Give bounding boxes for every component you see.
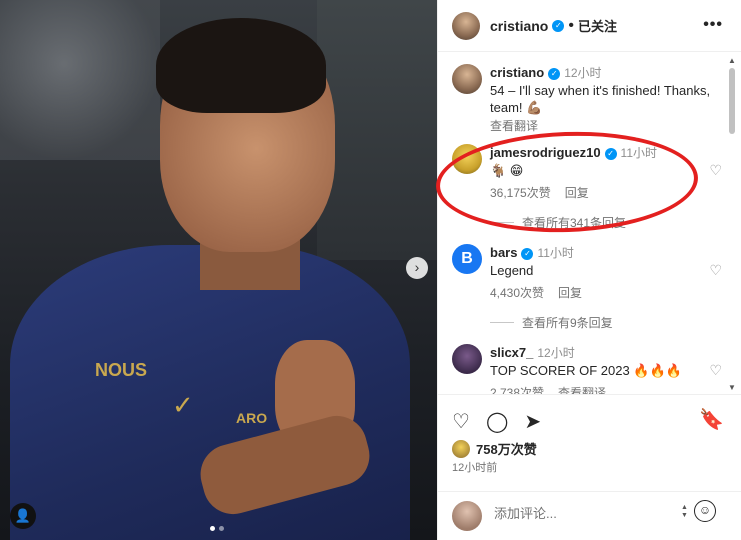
post-time: 12小时前 (452, 462, 498, 474)
carousel-dot (219, 526, 224, 531)
instagram-post-view: NOUS ✓ ARO › 👤 cristiano ✓ • 已关注 ••• cri… (0, 0, 741, 540)
header-separator: • (568, 16, 574, 34)
comment-time: 12小时 (564, 66, 602, 80)
more-options-icon[interactable]: ••• (703, 16, 723, 34)
avatar[interactable]: B (452, 244, 482, 274)
next-icon[interactable]: › (406, 257, 428, 279)
carousel-dot-active (210, 526, 215, 531)
shirt-sponsor-text: ARO (236, 410, 268, 426)
add-comment-bar: ▲▼ ☺ (438, 491, 741, 540)
post-owner-username[interactable]: cristiano (490, 18, 548, 34)
avatar[interactable] (452, 64, 482, 94)
heart-icon[interactable]: ♡ (452, 409, 470, 434)
likes-count[interactable]: 4,430次赞 (490, 286, 544, 300)
photo-hair (156, 18, 326, 113)
shirt-logo-text: NOUS (95, 360, 148, 380)
comment-username[interactable]: cristiano (490, 65, 544, 80)
comment-meta: 2,738次赞 查看翻译 (490, 385, 722, 394)
translate-link[interactable]: 查看翻译 (490, 119, 538, 133)
avatar (452, 439, 470, 458)
photo-bg-blur-right (317, 0, 437, 260)
view-replies-label: 查看所有9条回复 (522, 316, 613, 330)
emoji-icon[interactable]: ☺ (694, 500, 716, 522)
verified-badge-icon: ✓ (548, 68, 561, 80)
divider (490, 322, 514, 323)
comments-scrollbar[interactable]: ▲ ▼ (727, 56, 737, 392)
post-photo[interactable]: NOUS ✓ ARO › 👤 (0, 0, 437, 540)
caption-comment: cristiano ✓ 12小时 54 – I'll say when it's f… (452, 64, 722, 135)
verified-badge-icon: ✓ (552, 19, 565, 32)
follow-status-button[interactable]: 已关注 (578, 16, 617, 35)
likes-count[interactable]: 758万次赞 (476, 439, 537, 458)
comment-time: 12小时 (537, 346, 575, 360)
view-replies-button[interactable]: 查看所有9条回复 (490, 314, 613, 331)
scrollbar-thumb[interactable] (729, 68, 735, 134)
comment-text: TOP SCORER OF 2023 🔥🔥🔥 (490, 363, 682, 378)
avatar[interactable] (452, 11, 480, 40)
bookmark-icon[interactable]: 🔖 (699, 407, 724, 432)
comment-text: Legend (490, 263, 534, 278)
swoosh-mark: ✓ (172, 390, 194, 420)
translate-link[interactable]: 查看翻译 (558, 386, 606, 394)
carousel-dots (210, 518, 228, 536)
photo-bg-blur (0, 0, 160, 160)
input-spinner-icon[interactable]: ▲ ▼ (681, 504, 688, 520)
comment-input[interactable] (494, 506, 664, 521)
avatar (452, 501, 482, 531)
list-item: B bars ✓ 11小时 Legend 4,430次赞 回复 ♡ (452, 244, 722, 302)
comment-meta: 4,430次赞 回复 (490, 285, 722, 302)
comment-username[interactable]: slicx7_ (490, 345, 533, 360)
heart-icon[interactable]: ♡ (709, 162, 722, 179)
share-icon[interactable]: ➤ (524, 409, 541, 434)
heart-icon[interactable]: ♡ (709, 362, 722, 379)
reply-button[interactable]: 回复 (558, 286, 582, 300)
list-item: slicx7_ 12小时 TOP SCORER OF 2023 🔥🔥🔥 2,738… (452, 344, 722, 394)
action-icons: ♡ ◯ ➤ (452, 409, 541, 434)
verified-badge-icon: ✓ (521, 248, 534, 260)
user-tag-icon[interactable]: 👤 (10, 503, 36, 529)
post-side-panel: cristiano ✓ • 已关注 ••• cristiano ✓ 12小时 54 … (437, 0, 741, 540)
post-header: cristiano ✓ • 已关注 ••• (438, 0, 741, 52)
post-actions: ♡ ◯ ➤ 🔖 758万次赞 12小时前 ▲▼ ☺ (438, 394, 741, 540)
post-likes[interactable]: 758万次赞 (452, 439, 537, 458)
scroll-up-icon[interactable]: ▲ (728, 56, 736, 65)
comment-time: 11小时 (537, 246, 574, 260)
comment-username[interactable]: bars (490, 245, 517, 260)
comment-text: 54 – I'll say when it's finished! Thanks… (490, 83, 711, 115)
comment-icon[interactable]: ◯ (486, 409, 508, 434)
avatar[interactable] (452, 344, 482, 374)
scroll-down-icon[interactable]: ▼ (728, 383, 736, 392)
likes-count[interactable]: 2,738次赞 (490, 386, 544, 394)
heart-icon[interactable]: ♡ (709, 262, 722, 279)
